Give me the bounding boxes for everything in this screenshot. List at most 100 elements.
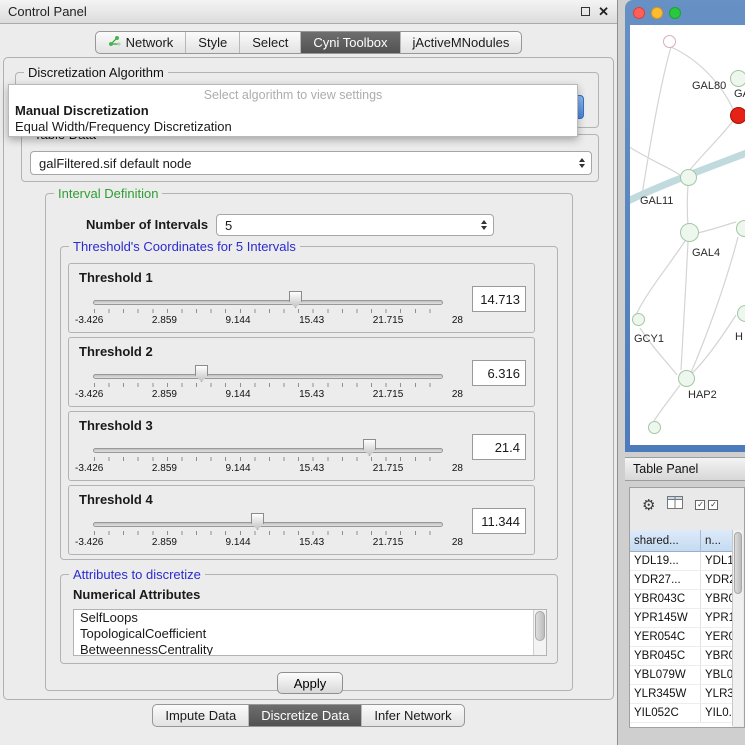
group-title: Discretization Algorithm [24,65,168,80]
select-all-icon[interactable]: ✓ [695,500,705,510]
tab-label: Infer Network [374,708,451,723]
table-cell: YDL1... [701,552,733,570]
tick-label: 15.43 [299,463,324,474]
threshold-panel-3: Threshold 3 -3.426 2.859 9.144 15.43 21.… [68,411,535,481]
tab-select[interactable]: Select [239,32,300,53]
tab-network[interactable]: Network [96,32,186,53]
threshold-slider[interactable] [93,448,443,453]
tick-label: -3.426 [75,389,103,400]
dropdown-option-manual[interactable]: Manual Discretization [9,103,577,119]
tick-label: 2.859 [152,537,177,548]
table-row[interactable]: YPR145W YPR1... [630,609,733,628]
combobox-value: 5 [225,218,232,233]
table-cell: YLR345W [630,685,701,703]
threshold-panel-2: Threshold 2 -3.426 2.859 9.144 15.43 21.… [68,337,535,407]
threshold-label: Threshold 4 [79,492,153,507]
list-item[interactable]: SelfLoops [74,610,546,626]
slider-scale: -3.426 2.859 9.144 15.43 21.715 28 [75,463,463,474]
table-row[interactable]: YDL19... YDL1... [630,552,733,571]
select-columns-icon[interactable]: ✓ [708,500,718,510]
control-panel-window: Control Panel ✕ Network [0,0,618,745]
tab-label: Impute Data [165,708,236,723]
threshold-value-field[interactable]: 14.713 [472,286,526,312]
table-row[interactable]: YER054C YER0... [630,628,733,647]
apply-button[interactable]: Apply [277,672,343,694]
slider-thumb[interactable] [195,365,208,382]
tick-label: 9.144 [226,315,251,326]
combobox-arrows-icon [476,220,493,230]
slider-scale: -3.426 2.859 9.144 15.43 21.715 28 [75,389,463,400]
number-of-intervals-combobox[interactable]: 5 [216,214,494,236]
table-panel-title: Table Panel [633,462,698,476]
algorithm-dropdown-popup: Select algorithm to view settings Manual… [8,84,578,137]
close-icon[interactable]: ✕ [598,5,609,18]
table-row[interactable]: YBL079W YBL0... [630,666,733,685]
network-node[interactable] [632,313,645,326]
list-item[interactable]: BetweennessCentrality [74,642,546,656]
scrollbar-thumb[interactable] [535,611,545,641]
column-header[interactable]: n... [701,530,733,552]
tick-label: 28 [452,389,463,400]
tick-label: -3.426 [75,537,103,548]
tick-label: 21.715 [373,537,404,548]
tab-impute-data[interactable]: Impute Data [153,705,248,726]
slider-thumb[interactable] [289,291,302,308]
close-traffic-icon[interactable] [633,7,645,19]
threshold-slider[interactable] [93,300,443,305]
network-node[interactable] [648,421,661,434]
gear-icon[interactable]: ⚙ [642,498,655,513]
network-canvas[interactable]: GAL80 GA GAL11 GAL4 GCY1 H HAP2 [630,25,745,445]
node-label: H [735,331,743,343]
columns-icon[interactable] [667,496,683,514]
dropdown-option-equal-width[interactable]: Equal Width/Frequency Discretization [9,119,577,135]
table-cell: YBR0... [701,590,733,608]
threshold-value-field[interactable]: 6.316 [472,360,526,386]
network-node[interactable] [663,35,676,48]
tab-label: Style [198,35,227,50]
minimize-traffic-icon[interactable] [651,7,663,19]
tick-label: 28 [452,537,463,548]
network-node[interactable] [730,70,745,87]
table-row[interactable]: YBR045C YBR0... [630,647,733,666]
threshold-slider[interactable] [93,522,443,527]
network-node[interactable] [680,223,699,242]
threshold-value-field[interactable]: 11.344 [472,508,526,534]
threshold-coordinates-group: Threshold's Coordinates for 5 Intervals … [60,246,558,560]
slider-ticks [94,383,444,387]
tab-label: jActiveMNodules [413,35,510,50]
tick-label: 2.859 [152,389,177,400]
list-item[interactable]: TopologicalCoefficient [74,626,546,642]
table-row[interactable]: YDR27... YDR2... [630,571,733,590]
table-row[interactable]: YBR043C YBR0... [630,590,733,609]
table-row[interactable]: YIL052C YIL0... [630,704,733,723]
group-title: Attributes to discretize [69,567,205,582]
table-row[interactable]: YLR345W YLR3... [630,685,733,704]
slider-ticks [94,531,444,535]
tab-discretize-data[interactable]: Discretize Data [248,705,361,726]
tab-cyni-toolbox[interactable]: Cyni Toolbox [300,32,399,53]
tab-label: Cyni Toolbox [313,35,387,50]
list-scrollbar[interactable] [533,610,546,655]
table-scrollbar[interactable] [732,530,743,726]
float-window-icon[interactable] [581,7,590,16]
network-node[interactable] [678,370,695,387]
network-node-selected[interactable] [730,107,745,124]
tab-infer-network[interactable]: Infer Network [361,705,463,726]
slider-thumb[interactable] [363,439,376,456]
table-data-combobox[interactable]: galFiltered.sif default node [30,151,592,175]
threshold-value-field[interactable]: 21.4 [472,434,526,460]
network-view-window: GAL80 GA GAL11 GAL4 GCY1 H HAP2 [625,0,745,452]
column-header[interactable]: shared... [630,530,701,552]
zoom-traffic-icon[interactable] [669,7,681,19]
tab-style[interactable]: Style [185,32,239,53]
scrollbar-thumb[interactable] [734,532,742,594]
network-icon [108,35,121,50]
tick-label: 21.715 [373,389,404,400]
tick-label: 9.144 [226,537,251,548]
table-toolbar: ⚙ ✓ ✓ [630,488,744,522]
network-node[interactable] [680,169,697,186]
tab-jactivemnodules[interactable]: jActiveMNodules [400,32,522,53]
table-cell: YDR2... [701,571,733,589]
slider-thumb[interactable] [251,513,264,530]
threshold-slider[interactable] [93,374,443,379]
